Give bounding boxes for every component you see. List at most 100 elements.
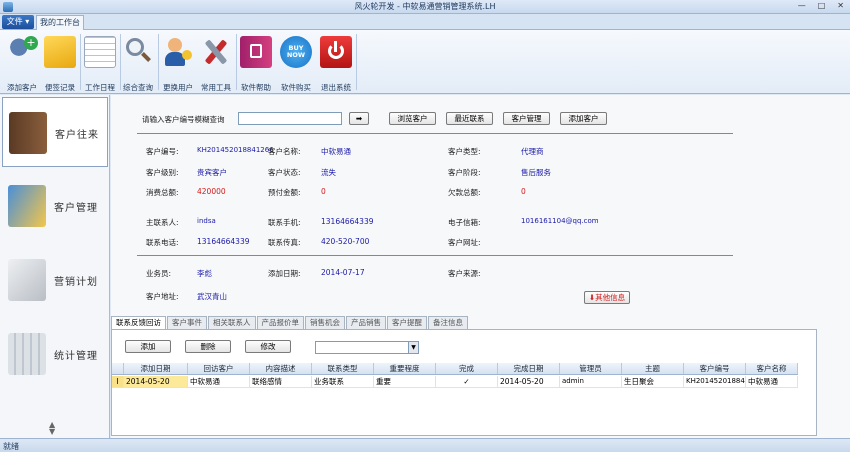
customer-type-value: 代理商 [521, 147, 544, 156]
tools-icon [200, 36, 232, 68]
tab-quotes[interactable]: 产品报价单 [256, 316, 304, 329]
filter-select[interactable]: ▼ [315, 341, 419, 354]
left-navigation: 客户往来 客户管理 营销计划 统计管理 ▲ ▼ [0, 95, 110, 438]
tab-reminders[interactable]: 客户提醒 [387, 316, 427, 329]
nav-customer-contacts[interactable]: 客户往来 [2, 97, 108, 167]
tab-events[interactable]: 客户事件 [167, 316, 207, 329]
spend-total-label: 消费总额: [146, 188, 179, 197]
ribbon-tab-row: 文件 ▾ 我的工作台 [0, 14, 850, 31]
prepay-value: 0 [321, 187, 326, 196]
switch-user-icon [162, 36, 194, 68]
table-cell: KH2014520188412 [686, 376, 746, 387]
phone-value: 13164664339 [197, 237, 250, 246]
help-button[interactable]: 软件帮助 [236, 32, 276, 92]
table-cell: 生日聚会 [622, 376, 684, 387]
grid-header-cell[interactable]: 客户编号 [684, 363, 746, 374]
buy-button[interactable]: BUY NOW 软件购买 [276, 32, 316, 92]
title-bar: 风火轮开发 - 中软易通营销管理系统.LH — □ ✕ [0, 0, 850, 14]
salesperson-value: 李彪 [197, 269, 212, 278]
table-cell: 重要 [374, 376, 436, 387]
add-date-value: 2014-07-17 [321, 268, 365, 277]
grid-header-cell[interactable]: 联系类型 [312, 363, 374, 374]
edit-record-button[interactable]: 修改 [245, 340, 291, 353]
grid-header-cell[interactable]: 添加日期 [124, 363, 188, 374]
main-contact-value: indsa [197, 217, 216, 225]
help-book-icon [240, 36, 272, 68]
browse-customers-button[interactable]: 浏览客户 [389, 112, 436, 125]
calculator-icon [8, 333, 46, 375]
customer-status-label: 客户状态: [268, 168, 301, 177]
nav-marketing-plan-label: 营销计划 [54, 277, 98, 288]
tab-opportunities[interactable]: 销售机会 [305, 316, 345, 329]
customer-level-label: 客户级别: [146, 168, 179, 177]
address-book-icon [9, 112, 47, 154]
chevron-down-icon[interactable]: ▼ [408, 342, 418, 353]
nav-customer-contacts-label: 客户往来 [55, 130, 99, 141]
grid-header-cell[interactable]: 完成日期 [498, 363, 560, 374]
add-customer-form-button[interactable]: 添加客户 [560, 112, 607, 125]
tab-sales[interactable]: 产品销售 [346, 316, 386, 329]
tab-contacts[interactable]: 相关联系人 [208, 316, 256, 329]
buy-label: 软件购买 [281, 83, 311, 92]
table-cell: 联络感情 [250, 376, 312, 387]
grid-header-cell[interactable]: 重要程度 [374, 363, 436, 374]
mobile-value: 13164664339 [321, 217, 374, 226]
help-label: 软件帮助 [241, 83, 271, 92]
search-label: 综合查询 [123, 83, 153, 92]
search-go-button[interactable]: ➡ [349, 112, 369, 125]
tab-workspace[interactable]: 我的工作台 [36, 15, 84, 31]
note-record-button[interactable]: 便签记录 [40, 32, 80, 92]
email-label: 电子信箱: [448, 218, 481, 227]
fax-label: 联系传真: [268, 238, 301, 247]
tab-feedback[interactable]: 联系反馈回访 [111, 316, 166, 330]
grid-header-cell[interactable]: 管理员 [560, 363, 622, 374]
folders-icon [8, 185, 46, 227]
search-button[interactable]: 综合查询 [118, 32, 158, 92]
maximize-button[interactable]: □ [818, 1, 826, 10]
delete-record-button[interactable]: 删除 [185, 340, 231, 353]
tools-button[interactable]: 常用工具 [196, 32, 236, 92]
note-folder-icon [44, 36, 76, 68]
nav-statistics[interactable]: 统计管理 [2, 319, 108, 389]
search-input[interactable] [238, 112, 342, 125]
table-row[interactable]: I 2014-05-20 中软易通 联络感情 业务联系 重要 ✓ 2014-05… [112, 376, 798, 388]
add-date-label: 添加日期: [268, 269, 301, 278]
detail-tabs: 联系反馈回访 客户事件 相关联系人 产品报价单 销售机会 产品销售 客户提醒 备… [111, 316, 469, 330]
nav-customer-management[interactable]: 客户管理 [2, 171, 108, 241]
close-button[interactable]: ✕ [837, 1, 844, 10]
customer-stage-value: 售后服务 [521, 168, 551, 177]
add-record-button[interactable]: 添加 [125, 340, 171, 353]
chart-paper-icon [8, 259, 46, 301]
grid-header-cell[interactable]: 客户名称 [746, 363, 798, 374]
grid-header-cell[interactable]: 完成 [436, 363, 498, 374]
nav-marketing-plan[interactable]: 营销计划 [2, 245, 108, 315]
grid-header: 添加日期 回访客户 内容描述 联系类型 重要程度 完成 完成日期 管理员 主题 … [112, 363, 798, 375]
add-customer-button[interactable]: + 添加客户 [2, 32, 42, 92]
other-info-button[interactable]: ⬇其他信息 [584, 291, 630, 304]
table-cell: 中软易通 [746, 376, 798, 387]
customer-management-button[interactable]: 客户管理 [503, 112, 550, 125]
recent-contacts-button[interactable]: 最近联系 [446, 112, 493, 125]
grid-header-cell[interactable]: 主题 [622, 363, 684, 374]
mobile-label: 联系手机: [268, 218, 301, 227]
buy-badge-text: BUY NOW [286, 44, 306, 59]
magnifier-icon [122, 36, 154, 68]
switch-user-button[interactable]: 更换用户 [158, 32, 198, 92]
address-value: 武汉青山 [197, 292, 227, 301]
nav-scroll-arrows[interactable]: ▲ ▼ [49, 421, 55, 436]
work-schedule-button[interactable]: 工作日程 [80, 32, 120, 92]
minimize-button[interactable]: — [798, 1, 806, 10]
exit-button[interactable]: 退出系统 [316, 32, 356, 92]
owed-label: 欠款总额: [448, 188, 481, 197]
prepay-label: 预付金额: [268, 188, 301, 197]
row-indicator: I [112, 376, 124, 387]
grid-header-cell[interactable]: 内容描述 [250, 363, 312, 374]
phone-label: 联系电话: [146, 238, 179, 247]
complete-checkbox[interactable]: ✓ [436, 376, 498, 387]
ribbon-toolbar: + 添加客户 便签记录 工作日程 综合查询 更换用户 常用工具 软件帮助 BUY… [0, 30, 850, 94]
tab-notes[interactable]: 备注信息 [428, 316, 468, 329]
email-value: 1016161104@qq.com [521, 217, 599, 225]
file-menu-button[interactable]: 文件 ▾ [2, 15, 34, 29]
salesperson-label: 业务员: [146, 269, 172, 278]
grid-header-cell[interactable]: 回访客户 [188, 363, 250, 374]
